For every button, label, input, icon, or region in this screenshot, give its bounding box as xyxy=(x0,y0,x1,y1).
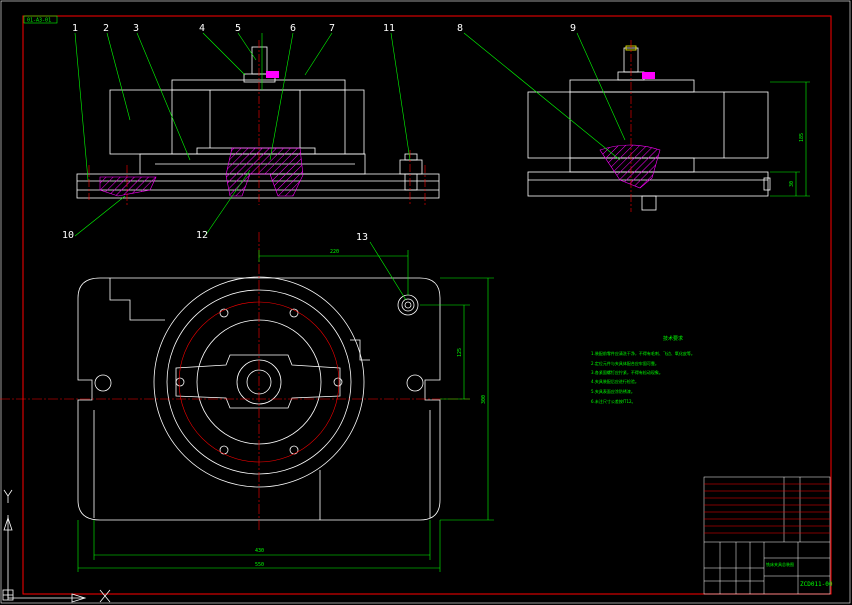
top-view-dimensions xyxy=(77,250,494,572)
side-view-hatch xyxy=(599,144,661,189)
part-label-11: 11 xyxy=(383,23,395,34)
part-label-1: 1 xyxy=(72,23,78,34)
front-view-key xyxy=(266,71,279,78)
part-label-2: 2 xyxy=(103,23,109,34)
front-view[interactable] xyxy=(76,46,440,199)
note-line-2: 2.定位元件与夹具体配合应牢固可靠。 xyxy=(591,360,659,366)
leader-line-13 xyxy=(369,241,407,301)
part-labels: 1 2 3 4 5 6 7 11 8 9 10 12 13 xyxy=(62,23,576,243)
part-label-9: 9 xyxy=(570,23,576,34)
part-label-3: 3 xyxy=(133,23,139,34)
note-line-4: 4.夹具装配后应进行检验。 xyxy=(591,378,639,384)
dim-overall-height: 300 xyxy=(481,395,487,404)
dim-inner-width: 430 xyxy=(255,548,264,554)
title-block-drawing-no: ZCD011-00 xyxy=(800,581,833,588)
dim-top-width: 220 xyxy=(330,249,339,255)
notes-title: 技术要求 xyxy=(663,335,683,342)
note-line-3: 3.各紧固螺钉应拧紧，不得有松动现象。 xyxy=(591,369,663,375)
note-line-1: 1.装配前零件应清洗干净，不得有毛刺、飞边、氧化皮等。 xyxy=(591,350,695,356)
part-label-13: 13 xyxy=(356,232,368,243)
top-view-centerlines xyxy=(0,232,470,530)
part-label-12: 12 xyxy=(196,230,208,241)
outer-frame xyxy=(0,0,851,604)
leader-lines-side xyxy=(463,32,626,161)
note-line-5: 5.夹具表面应涂防锈漆。 xyxy=(591,388,635,394)
part-label-6: 6 xyxy=(290,23,296,34)
title-block xyxy=(703,476,831,595)
dim-overall-width: 550 xyxy=(255,562,264,568)
title-block-rows xyxy=(704,483,830,534)
note-line-6: 6.未注尺寸公差按IT12。 xyxy=(591,398,636,404)
leader-lines-front xyxy=(74,32,411,237)
dim-hole-height: 125 xyxy=(457,348,463,357)
technical-notes: 技术要求 1.装配前零件应清洗干净，不得有毛刺、飞边、氧化皮等。 2.定位元件与… xyxy=(591,335,695,404)
stamp-text: 01-A3-01 xyxy=(27,18,51,24)
part-label-10: 10 xyxy=(62,230,74,241)
part-label-4: 4 xyxy=(199,23,205,34)
dim-base-height: 30 xyxy=(789,181,795,187)
title-block-name: 铣床夹具总装图 xyxy=(766,561,794,567)
front-view-hatch xyxy=(99,147,304,197)
part-label-7: 7 xyxy=(329,23,335,34)
side-view-key xyxy=(642,72,655,79)
dim-side-height: 185 xyxy=(799,133,805,142)
cad-drawing-canvas[interactable]: 01-A3-01 185 30 220 125 300 430 550 1 2 … xyxy=(0,0,852,605)
part-label-8: 8 xyxy=(457,23,463,34)
part-label-5: 5 xyxy=(235,23,241,34)
